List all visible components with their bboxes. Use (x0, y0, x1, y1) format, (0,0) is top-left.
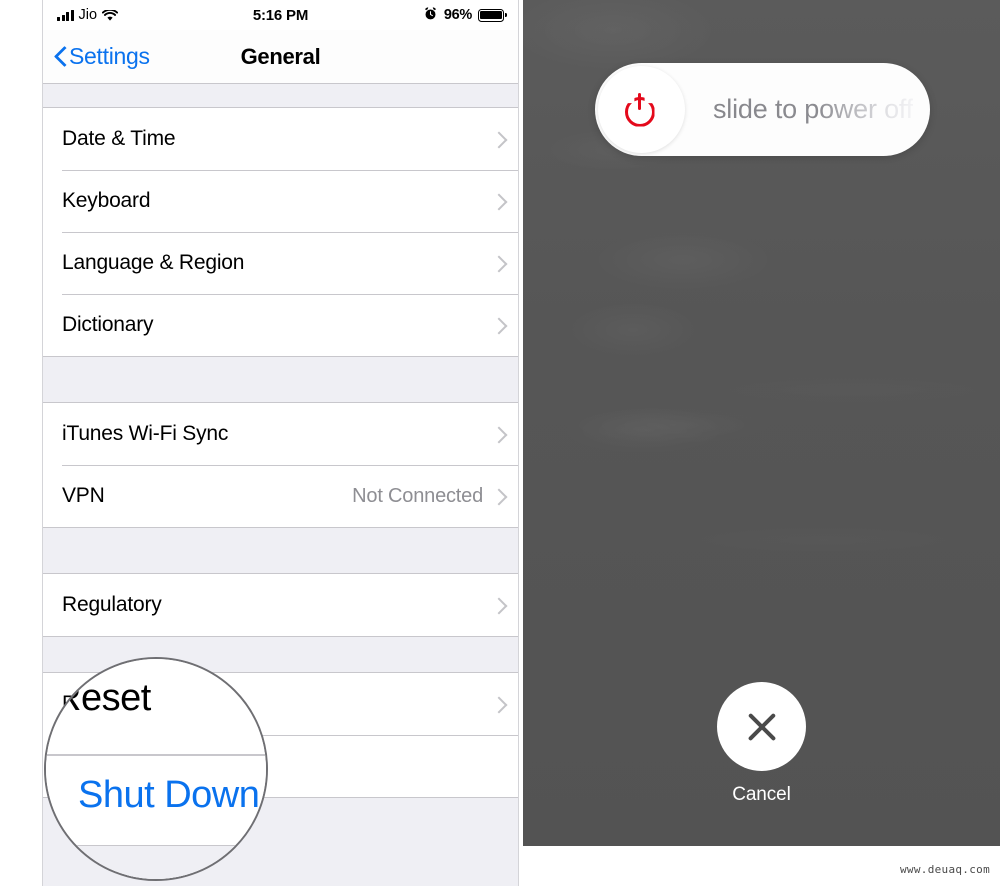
list-gap (43, 528, 518, 573)
chevron-right-icon (493, 316, 504, 334)
vpn-status-value: Not Connected (352, 484, 483, 507)
chevron-right-icon (493, 487, 504, 505)
back-button-label: Settings (69, 43, 150, 69)
row-label: Date & Time (62, 127, 176, 150)
close-x-icon (745, 710, 779, 744)
row-accessory (493, 596, 504, 614)
row-accessory: Not Connected (352, 485, 504, 508)
chevron-right-icon (493, 596, 504, 614)
settings-row-regulatory[interactable]: Regulatory (43, 574, 518, 636)
cancel-label: Cancel (732, 784, 791, 805)
settings-group-1: Date & Time Keyboard Language & Region D… (43, 107, 518, 357)
row-accessory (493, 695, 504, 713)
row-label: Keyboard (62, 189, 151, 212)
power-icon (624, 92, 659, 127)
site-watermark: www.deuaq.com (900, 863, 990, 876)
wifi-icon (101, 8, 119, 21)
row-label: Dictionary (62, 313, 154, 336)
row-label: VPN (62, 484, 105, 507)
battery-percent-label: 96% (443, 7, 472, 23)
settings-row-dictionary[interactable]: Dictionary (43, 294, 518, 356)
alarm-clock-icon (423, 6, 438, 25)
magnifier-lens: Reset Shut Down (44, 657, 268, 881)
cancel-button[interactable] (717, 682, 806, 771)
lens-shut-down-label: Shut Down (78, 774, 260, 816)
row-accessory (493, 316, 504, 334)
settings-group-3: Regulatory (43, 573, 518, 637)
status-bar-left: Jio (57, 7, 119, 23)
settings-row-keyboard[interactable]: Keyboard (43, 170, 518, 232)
chevron-right-icon (493, 695, 504, 713)
settings-group-2: iTunes Wi-Fi Sync VPN Not Connected (43, 402, 518, 528)
row-accessory (493, 192, 504, 210)
settings-row-date-time[interactable]: Date & Time (43, 108, 518, 170)
power-slider-knob[interactable] (598, 66, 685, 153)
row-accessory (493, 254, 504, 272)
chevron-right-icon (493, 192, 504, 210)
right-phone-panel: slide to power off Cancel (523, 0, 1000, 846)
settings-row-vpn[interactable]: VPN Not Connected (43, 465, 518, 527)
row-label: iTunes Wi-Fi Sync (62, 422, 229, 445)
slide-to-power-off-slider[interactable]: slide to power off (595, 63, 930, 156)
row-accessory (493, 130, 504, 148)
chevron-right-icon (493, 130, 504, 148)
lens-separator (46, 754, 266, 756)
screenshot-root: Jio 5:16 PM 96% Settings General Date & … (0, 0, 1000, 886)
chevron-right-icon (493, 254, 504, 272)
magnifier-lens-content: Reset Shut Down (46, 659, 266, 879)
chevron-left-icon (55, 46, 67, 67)
cancel-control: Cancel (523, 682, 1000, 806)
settings-general-screen: Jio 5:16 PM 96% Settings General Date & … (42, 0, 519, 886)
settings-row-itunes-wifi-sync[interactable]: iTunes Wi-Fi Sync (43, 403, 518, 465)
list-gap (43, 357, 518, 402)
row-label: Language & Region (62, 251, 245, 274)
left-phone-panel: Jio 5:16 PM 96% Settings General Date & … (0, 0, 520, 886)
row-label: Regulatory (62, 593, 162, 616)
signal-bars-icon (57, 9, 74, 21)
row-accessory (493, 425, 504, 443)
back-to-settings-button[interactable]: Settings (55, 43, 150, 70)
status-bar-right: 96% (423, 6, 507, 25)
lens-gap-band (46, 846, 266, 879)
chevron-right-icon (493, 425, 504, 443)
settings-row-language-region[interactable]: Language & Region (43, 232, 518, 294)
carrier-label: Jio (78, 7, 98, 23)
navigation-bar: Settings General (43, 30, 518, 84)
battery-full-icon (478, 8, 507, 22)
list-gap (43, 85, 518, 107)
lens-reset-label: Reset (54, 677, 151, 719)
status-bar: Jio 5:16 PM 96% (43, 0, 518, 30)
slider-hint-label: slide to power off (713, 63, 913, 156)
